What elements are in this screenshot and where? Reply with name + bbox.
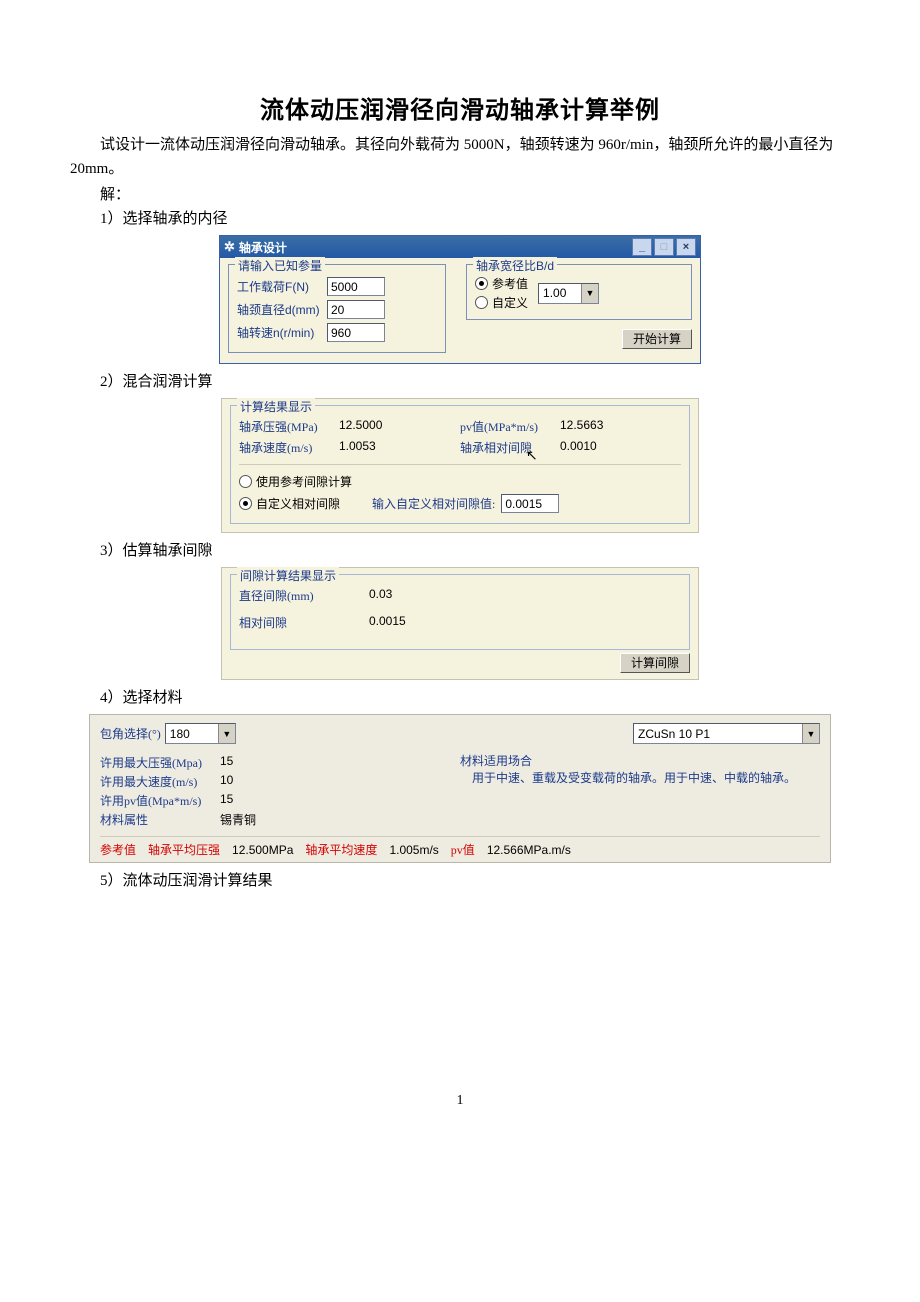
material-value: ZCuSn 10 P1	[634, 727, 802, 741]
radio-custom-clearance[interactable]	[239, 497, 252, 510]
custom-clearance-input[interactable]: 0.0015	[501, 494, 559, 513]
page-title: 流体动压润滑径向滑动轴承计算举例	[70, 90, 850, 125]
step-3: 3）估算轴承间隙	[70, 539, 850, 563]
radio-custom-clearance-label: 自定义相对间隙	[256, 495, 366, 512]
rel-clearance-value: 0.0010	[560, 439, 630, 456]
start-calc-button[interactable]: 开始计算	[622, 329, 692, 349]
radio-reference-label: 参考值	[492, 275, 528, 292]
bd-ratio-combo[interactable]: 1.00 ▼	[538, 283, 599, 304]
radio-use-ref-label: 使用参考间隙计算	[256, 473, 352, 490]
screenshot-1: ✲ 轴承设计 _ □ × 请输入已知参量 工作载荷F(N) 5000 轴颈直径d…	[219, 235, 701, 364]
pv-value2: 12.566MPa.m/s	[487, 843, 571, 857]
step-1: 1）选择轴承的内径	[70, 207, 850, 231]
bd-ratio-group: 轴承宽径比B/d 参考值 自定义	[466, 264, 692, 320]
speed-label: 轴转速n(r/min)	[237, 324, 327, 341]
screenshot-2: 计算结果显示 轴承压强(MPa) 12.5000 轴承速度(m/s) 1.005…	[221, 398, 699, 533]
chevron-down-icon: ▼	[802, 724, 819, 743]
results-group: 计算结果显示 轴承压强(MPa) 12.5000 轴承速度(m/s) 1.005…	[230, 405, 690, 524]
radio-use-ref-clearance[interactable]	[239, 475, 252, 488]
clearance-results-legend: 间隙计算结果显示	[237, 567, 339, 584]
page-number: 1	[70, 1093, 850, 1109]
pressure-value: 12.5000	[339, 418, 409, 435]
usecase-text: 用于中速、重载及受变载荷的轴承。用于中速、中载的轴承。	[460, 769, 820, 787]
rel-clearance2-label: 相对间隙	[239, 614, 369, 631]
pv-label: pv值(MPa*m/s)	[460, 418, 560, 435]
window-title: 轴承设计	[239, 239, 287, 256]
wrap-angle-value: 180	[166, 727, 218, 741]
velocity-label: 轴承速度(m/s)	[239, 439, 339, 456]
usecase-label: 材料适用场合	[460, 752, 820, 769]
allow-p-value: 15	[220, 754, 233, 771]
radio-custom-label: 自定义	[492, 294, 528, 311]
rel-clearance2-value: 0.0015	[369, 614, 439, 631]
speed-input[interactable]: 960	[327, 323, 385, 342]
ref-values-label: 参考值	[100, 841, 136, 858]
avg-speed-label: 轴承平均速度	[305, 841, 377, 858]
allow-pv-value: 15	[220, 792, 233, 809]
input-params-legend: 请输入已知参量	[235, 257, 325, 274]
allow-pv-label: 许用pv值(Mpa*m/s)	[100, 792, 220, 809]
wrap-angle-label: 包角选择(°)	[100, 725, 161, 742]
pressure-label: 轴承压强(MPa)	[239, 418, 339, 435]
minimize-button[interactable]: _	[632, 238, 652, 256]
allow-p-label: 许用最大压强(Mpa)	[100, 754, 220, 771]
pv-label2: pv值	[451, 841, 475, 858]
mat-prop-value: 锡青铜	[220, 811, 256, 828]
maximize-button[interactable]: □	[654, 238, 674, 256]
velocity-value: 1.0053	[339, 439, 409, 456]
screenshot-4: 包角选择(°) 180 ▼ ZCuSn 10 P1 ▼ 许用最大压强(Mpa)1…	[89, 714, 831, 863]
chevron-down-icon: ▼	[218, 724, 235, 743]
avg-pressure-value: 12.500MPa	[232, 843, 293, 857]
avg-speed-value: 1.005m/s	[389, 843, 438, 857]
window-titlebar: ✲ 轴承设计 _ □ ×	[220, 236, 700, 258]
gear-icon: ✲	[224, 239, 235, 255]
clearance-results-group: 间隙计算结果显示 直径间隙(mm) 0.03 相对间隙 0.0015	[230, 574, 690, 650]
custom-clearance-prompt: 输入自定义相对间隙值:	[372, 495, 495, 512]
rel-clearance-label: 轴承相对间隙	[460, 439, 560, 456]
load-input[interactable]: 5000	[327, 277, 385, 296]
screenshot-3: 间隙计算结果显示 直径间隙(mm) 0.03 相对间隙 0.0015 计算间隙	[221, 567, 699, 680]
radio-reference[interactable]	[475, 277, 488, 290]
cursor-icon: ↖	[526, 448, 538, 465]
diam-clearance-value: 0.03	[369, 587, 439, 604]
results-legend: 计算结果显示	[237, 398, 315, 415]
wrap-angle-combo[interactable]: 180 ▼	[165, 723, 236, 744]
avg-pressure-label: 轴承平均压强	[148, 841, 220, 858]
close-button[interactable]: ×	[676, 238, 696, 256]
mat-prop-label: 材料属性	[100, 811, 220, 828]
material-combo[interactable]: ZCuSn 10 P1 ▼	[633, 723, 820, 744]
intro-text: 试设计一流体动压润滑径向滑动轴承。其径向外载荷为 5000N，轴颈转速为 960…	[70, 133, 850, 181]
pv-value: 12.5663	[560, 418, 630, 435]
chevron-down-icon: ▼	[581, 284, 598, 303]
diam-clearance-label: 直径间隙(mm)	[239, 587, 369, 604]
step-2: 2）混合润滑计算	[70, 370, 850, 394]
load-label: 工作载荷F(N)	[237, 278, 327, 295]
input-params-group: 请输入已知参量 工作载荷F(N) 5000 轴颈直径d(mm) 20 轴转速n(…	[228, 264, 446, 353]
step-4: 4）选择材料	[70, 686, 850, 710]
diameter-label: 轴颈直径d(mm)	[237, 301, 327, 318]
calc-clearance-button[interactable]: 计算间隙	[620, 653, 690, 673]
solve-label: 解：	[70, 183, 850, 207]
allow-v-label: 许用最大速度(m/s)	[100, 773, 220, 790]
allow-v-value: 10	[220, 773, 233, 790]
bd-ratio-value: 1.00	[539, 286, 581, 300]
bd-ratio-legend: 轴承宽径比B/d	[473, 257, 557, 274]
diameter-input[interactable]: 20	[327, 300, 385, 319]
step-5: 5）流体动压润滑计算结果	[70, 869, 850, 893]
radio-custom[interactable]	[475, 296, 488, 309]
